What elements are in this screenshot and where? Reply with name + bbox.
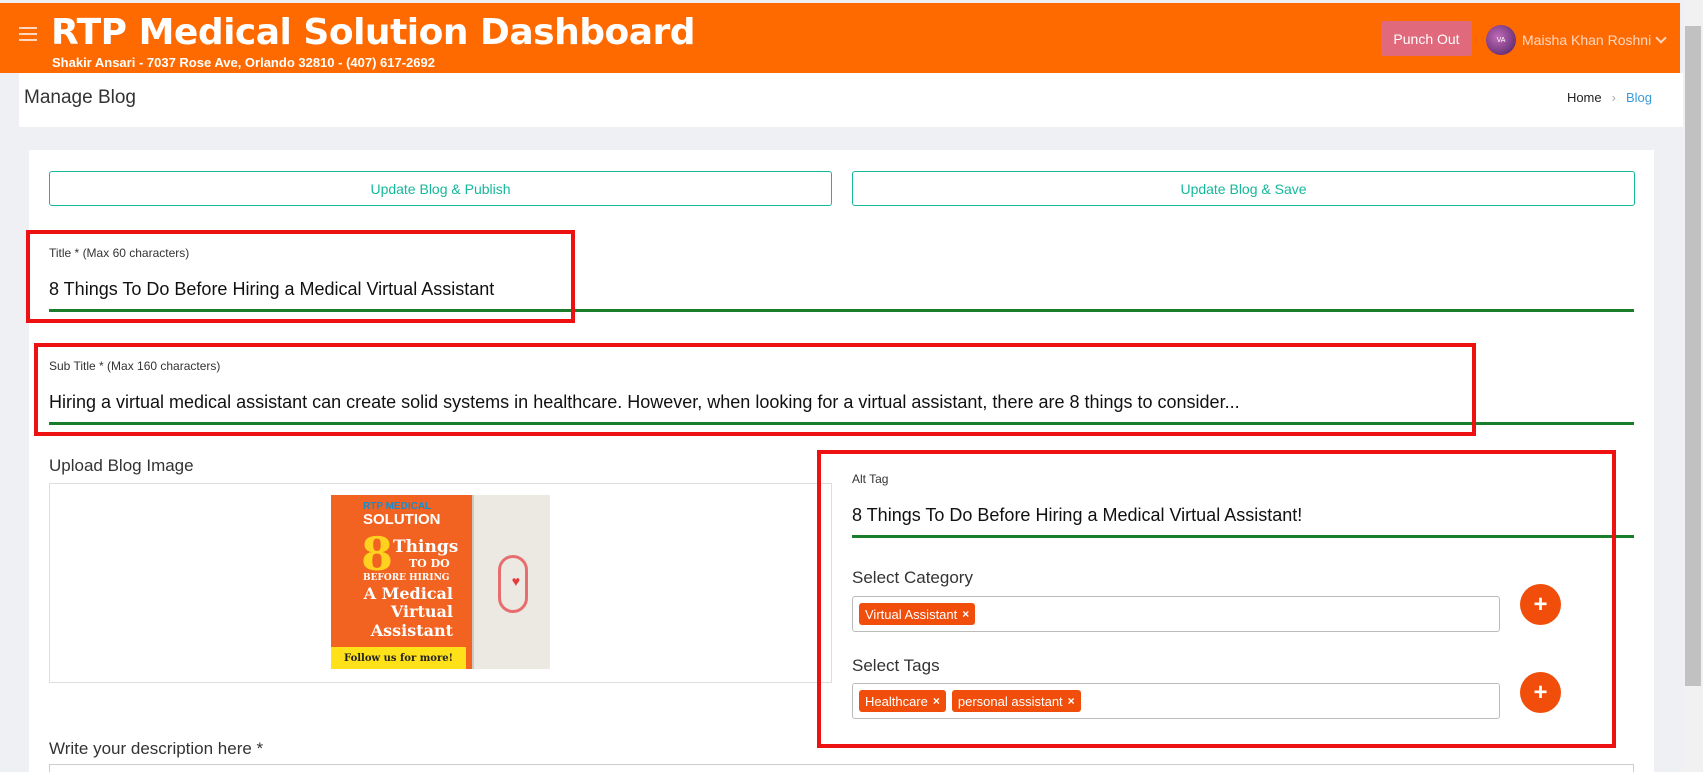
- blog-image-preview: ♥ RTP MEDICAL SOLUTION 8 Things TO DO BE…: [331, 495, 550, 669]
- chevron-right-icon: ›: [1611, 90, 1616, 105]
- breadcrumb: Home › Blog: [1567, 90, 1652, 105]
- heart-icon: ♥: [511, 573, 520, 589]
- user-name: Maisha Khan Roshni: [1522, 32, 1652, 48]
- app-subtitle: Shakir Ansari - 7037 Rose Ave, Orlando 3…: [52, 55, 435, 70]
- update-save-button[interactable]: Update Blog & Save: [852, 171, 1635, 206]
- page-header: Manage Blog Home › Blog: [19, 73, 1683, 127]
- chevron-down-icon: [1655, 32, 1667, 44]
- meta-highlight: [817, 450, 1616, 748]
- breadcrumb-home[interactable]: Home: [1567, 90, 1602, 105]
- page-title: Manage Blog: [24, 87, 136, 108]
- app-title: RTP Medical Solution Dashboard: [51, 12, 696, 53]
- upload-label: Upload Blog Image: [49, 456, 194, 475]
- breadcrumb-current: Blog: [1625, 90, 1652, 105]
- subtitle-highlight: [34, 343, 1476, 436]
- update-publish-button[interactable]: Update Blog & Publish: [49, 171, 832, 206]
- avatar: VA: [1486, 25, 1516, 55]
- top-header: RTP Medical Solution Dashboard Shakir An…: [0, 3, 1680, 73]
- punch-out-button[interactable]: Punch Out: [1381, 21, 1472, 56]
- description-editor[interactable]: [49, 764, 1634, 772]
- description-label: Write your description here *: [49, 739, 264, 758]
- menu-icon[interactable]: [19, 27, 37, 41]
- title-highlight: [26, 230, 575, 323]
- scrollbar-thumb[interactable]: [1685, 26, 1701, 686]
- user-menu[interactable]: VA Maisha Khan Roshni: [1486, 25, 1667, 55]
